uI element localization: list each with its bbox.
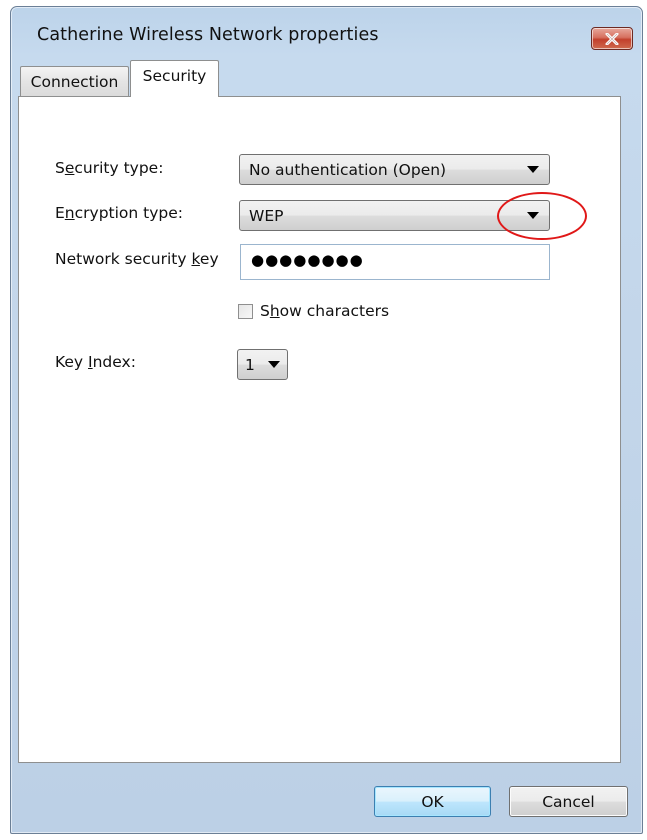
security-type-value: No authentication (Open) [249, 161, 447, 179]
tab-strip: Connection Security [20, 59, 620, 97]
chevron-down-icon [268, 361, 280, 368]
highlight-annotation-circle [497, 192, 587, 240]
title-bar[interactable]: Catherine Wireless Network properties [11, 7, 642, 59]
close-icon [605, 32, 619, 45]
network-key-label: Network security key [55, 250, 219, 268]
show-characters-checkbox[interactable] [238, 303, 253, 319]
encryption-type-label: Encryption type: [55, 204, 183, 222]
network-key-value: ●●●●●●●● [251, 251, 364, 269]
security-type-dropdown[interactable]: No authentication (Open) [239, 154, 550, 185]
close-button[interactable] [591, 27, 633, 50]
key-index-value: 1 [245, 356, 255, 374]
window-title: Catherine Wireless Network properties [37, 25, 379, 45]
ok-button[interactable]: OK [374, 786, 491, 817]
tab-connection-label: Connection [30, 73, 119, 91]
cancel-button[interactable]: Cancel [509, 786, 628, 817]
network-key-input[interactable]: ●●●●●●●● [240, 244, 550, 280]
show-characters-label[interactable]: Show characters [260, 302, 389, 320]
tab-security-label: Security [142, 67, 207, 85]
key-index-dropdown[interactable]: 1 [237, 349, 288, 380]
tab-security[interactable]: Security [130, 60, 219, 97]
security-type-label: Security type: [55, 159, 164, 177]
cancel-button-label: Cancel [542, 792, 595, 811]
show-characters-option[interactable]: Show characters [238, 301, 389, 321]
encryption-type-value: WEP [249, 207, 284, 225]
chevron-down-icon [527, 166, 539, 173]
key-index-label: Key Index: [55, 353, 136, 371]
ok-button-label: OK [421, 792, 444, 811]
tab-connection[interactable]: Connection [20, 66, 129, 97]
